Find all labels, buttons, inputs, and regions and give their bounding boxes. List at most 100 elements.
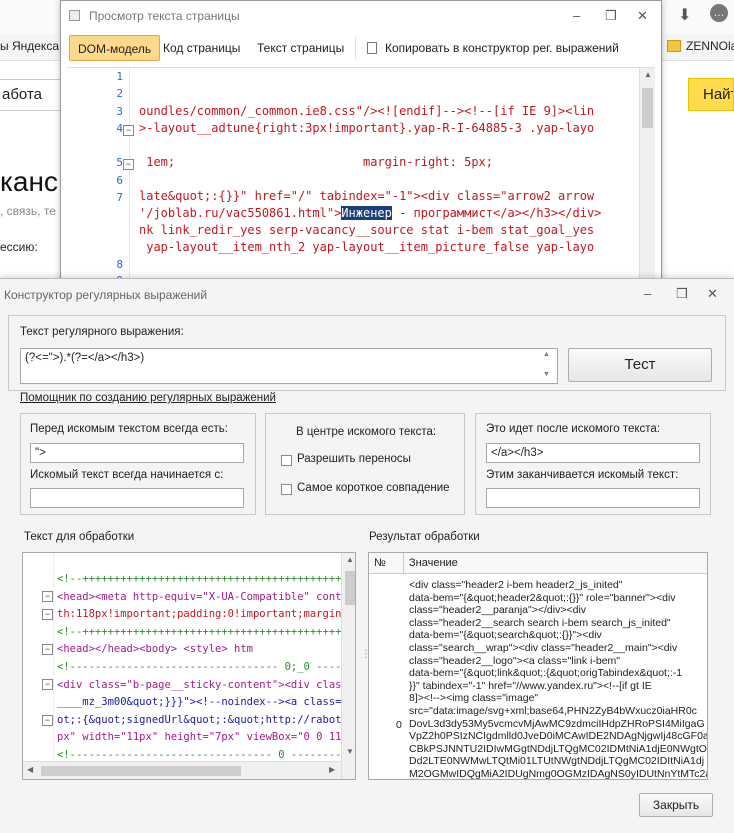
allow-wrap-label: Разрешить переносы	[297, 453, 411, 465]
fold-toggle[interactable]: −	[42, 609, 53, 620]
search-button-bg[interactable]: Найт	[688, 78, 734, 111]
download-icon[interactable]: ⬇	[678, 5, 691, 25]
line-number: 4	[116, 122, 123, 135]
code-url: '/joblab.ru/vac550861.html">	[139, 206, 342, 220]
col-num-header[interactable]: №	[374, 557, 386, 569]
maximize-icon[interactable]: ❒	[605, 1, 617, 31]
result-value-line: data-bem="{&quot;link&quot;:{&quot;origT…	[409, 667, 683, 680]
code-line: nk link_redir_yes serp-vacancy__source s…	[139, 223, 595, 237]
close-button[interactable]: Закрыть	[639, 793, 713, 817]
source-text-editor[interactable]: − − − − − <!--++++++++++++++++++++++++++…	[22, 552, 356, 780]
before-panel: Перед искомым текстом всегда есть: "> Ис…	[20, 413, 256, 515]
source-text-line: <!--------------------------------- 0;_0…	[57, 661, 355, 673]
result-header: № Значение	[369, 553, 707, 574]
ribbon-divider	[355, 37, 356, 59]
fold-toggle[interactable]: −	[123, 125, 134, 136]
result-value-line: class="header2__paranja"></div><div	[409, 604, 587, 617]
col-divider	[403, 553, 404, 573]
chat-icon[interactable]: …	[710, 4, 728, 22]
scroll-down-icon[interactable]: ▼	[346, 747, 354, 756]
result-value-line: }}" tabindex="-1" href="//www.yandex.ru"…	[409, 679, 652, 692]
result-table[interactable]: № Значение 0 <div class="header2 i-bem h…	[368, 552, 708, 780]
regex-input[interactable]: (?<=">).*(?=</a></h3>)	[20, 348, 558, 384]
spin-down-icon[interactable]: ▼	[543, 371, 550, 378]
minimize-icon[interactable]: ‒	[644, 279, 651, 309]
code-line: oundles/common/_common.ie8.css"/><![endi…	[139, 104, 595, 118]
helper-link[interactable]: Помощник по созданию регулярных выражени…	[20, 392, 276, 404]
result-label: Результат обработки	[369, 531, 480, 543]
maximize-icon[interactable]: ❒	[676, 279, 688, 309]
after-input[interactable]: </a></h3>	[486, 443, 700, 463]
starts-label: Искомый текст всегда начинается с:	[30, 469, 224, 481]
shortest-match-checkbox[interactable]	[281, 484, 292, 495]
col-value-header[interactable]: Значение	[409, 557, 458, 569]
page-small-text: ессию:	[0, 240, 38, 254]
result-value-line: class="search__wrap"><div class="header2…	[409, 642, 678, 654]
after-panel: Это идет после искомого текста: </a></h3…	[475, 413, 711, 515]
tab-page-code[interactable]: Код страницы	[155, 35, 248, 61]
tab-dom-model[interactable]: DOM-модель	[69, 35, 161, 61]
page-tab-rabota[interactable]: абота	[0, 79, 66, 111]
allow-wrap-checkbox[interactable]	[281, 455, 292, 466]
result-value-line: class="header2__logo"><a class="link i-b…	[409, 654, 621, 667]
code-line-highlight: '/joblab.ru/vac550861.html">Инженер - пр…	[139, 206, 601, 220]
copy-to-constructor-button[interactable]: Копировать в конструктор рег. выражений	[377, 35, 627, 61]
spin-up-icon[interactable]: ▲	[543, 351, 550, 358]
close-icon[interactable]: ✕	[637, 1, 648, 31]
page-heading: канс	[0, 166, 58, 197]
scroll-right-icon[interactable]: ▶	[329, 765, 335, 774]
line-number: 7	[116, 191, 123, 204]
regex-constructor-window: Конструктор регулярных выражений ‒ ❒ ✕ Т…	[0, 278, 734, 833]
tab-page-text[interactable]: Текст страницы	[249, 35, 352, 61]
fold-toggle[interactable]: −	[42, 644, 53, 655]
window-titlebar: Конструктор регулярных выражений ‒ ❒ ✕	[0, 279, 734, 311]
minimize-icon[interactable]: ‒	[573, 1, 580, 31]
source-text-line: th:118px!important;padding:0!important;m…	[57, 608, 355, 621]
copy-icon	[367, 42, 377, 54]
result-value-line: <div class="header2 i-bem header2_js_ini…	[409, 579, 623, 591]
source-text-line: <!--++++++++++++++++++++++++++++++++++++…	[57, 573, 355, 585]
result-value-line: src="data:image/svg+xml;base64,PHN2ZyB4b…	[409, 705, 697, 717]
source-text-line: <!-------------------------------- 0 ---…	[57, 749, 355, 761]
ends-label: Этим заканчивается искомый текст:	[486, 469, 679, 481]
scroll-thumb[interactable]	[642, 88, 653, 128]
scroll-up-icon[interactable]: ▲	[346, 555, 354, 564]
browser-toolbar-right: ⬇ …	[662, 0, 734, 34]
shortest-match-label: Самое короткое совпадение	[297, 482, 450, 494]
source-vscrollbar[interactable]: ▲ ▼	[341, 553, 355, 779]
source-hscrollbar[interactable]: ◀ ▶	[23, 761, 341, 779]
code-line: >-layout__adtune{right:3px!important}.ya…	[139, 121, 595, 135]
scroll-thumb[interactable]	[41, 766, 241, 776]
scroll-left-icon[interactable]: ◀	[27, 765, 33, 774]
line-number: 3	[116, 105, 123, 118]
fold-toggle[interactable]: −	[123, 159, 134, 170]
code-editor[interactable]: 1 2 3 4 5 6 7 8 9 − − oundles/common/_co…	[67, 67, 655, 288]
result-value-line: VpZ2h0PSIzNCIgdmlld0JveD0iMCAwIDE2NDAgNj…	[409, 730, 708, 743]
regex-panel: Текст регулярного выражения: (?<=">).*(?…	[8, 315, 726, 391]
app-icon	[69, 10, 80, 21]
source-text-line: <head><meta http-equiv="X-UA-Compatible"…	[57, 590, 356, 603]
page-text-window: Просмотр текста страницы ‒ ❒ ✕ DOM-модел…	[60, 0, 662, 292]
window-titlebar: Просмотр текста страницы ‒ ❒ ✕	[61, 1, 661, 31]
line-number: 2	[116, 87, 123, 100]
after-label: Это идет после искомого текста:	[486, 423, 661, 435]
result-value-cell: <div class="header2 i-bem header2_js_ini…	[369, 575, 708, 779]
bookmark-zennolab[interactable]: ZENNOlab	[686, 39, 734, 53]
test-button[interactable]: Тест	[568, 348, 712, 382]
bookmark-yandex[interactable]: ы Яндекса	[0, 39, 59, 53]
starts-input[interactable]	[30, 488, 244, 508]
source-text-line: ot;:{&quot;signedUrl&quot;:&quot;http://…	[57, 713, 355, 726]
before-input[interactable]: ">	[30, 443, 244, 463]
scroll-up-icon[interactable]: ▲	[644, 70, 652, 79]
center-label: В центре искомого текста:	[296, 426, 437, 438]
center-panel: В центре искомого текста: Разрешить пере…	[265, 413, 465, 515]
fold-toggle[interactable]: −	[42, 715, 53, 726]
close-icon[interactable]: ✕	[707, 279, 718, 309]
fold-toggle[interactable]: −	[42, 679, 53, 690]
ends-input[interactable]	[486, 488, 700, 508]
result-value-line: DovL3d3dy53My5vcmcvMjAwMC9zdmciIHdpZHRoP…	[409, 717, 705, 730]
editor-scrollbar[interactable]: ▲	[639, 68, 655, 288]
source-text-line: px" width="11px" height="7px" viewBox="0…	[57, 731, 355, 744]
fold-toggle[interactable]: −	[42, 591, 53, 602]
scroll-thumb[interactable]	[345, 571, 355, 605]
